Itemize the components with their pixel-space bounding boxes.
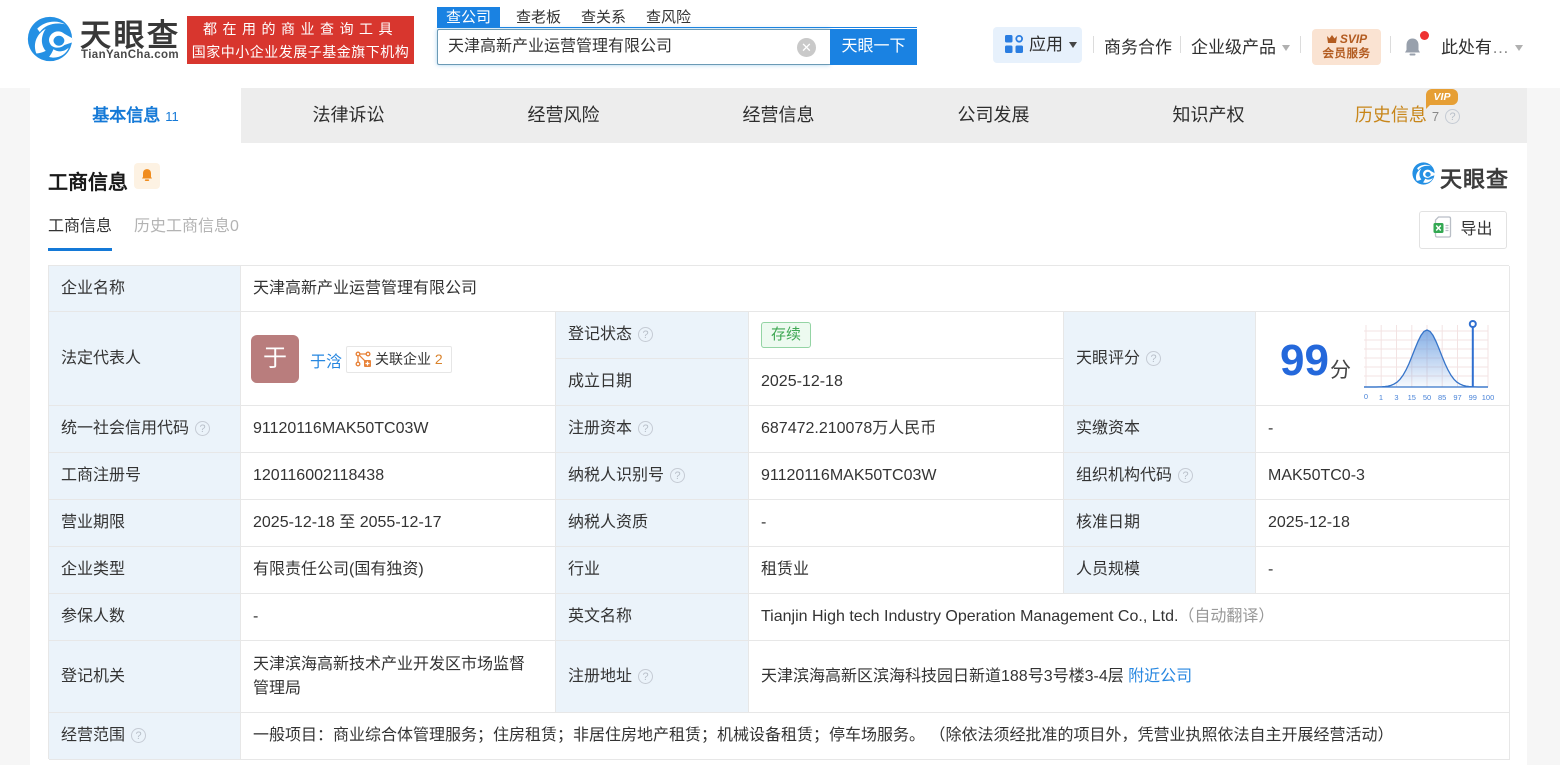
- svg-text:15: 15: [1408, 393, 1416, 402]
- svg-text:85: 85: [1438, 393, 1446, 402]
- svg-text:97: 97: [1453, 393, 1461, 402]
- svg-text:50: 50: [1423, 393, 1431, 402]
- svg-text:1: 1: [1379, 393, 1383, 402]
- svg-text:0: 0: [1364, 392, 1368, 401]
- svg-text:3: 3: [1394, 393, 1398, 402]
- svg-text:100: 100: [1482, 393, 1495, 402]
- svg-text:99: 99: [1469, 393, 1477, 402]
